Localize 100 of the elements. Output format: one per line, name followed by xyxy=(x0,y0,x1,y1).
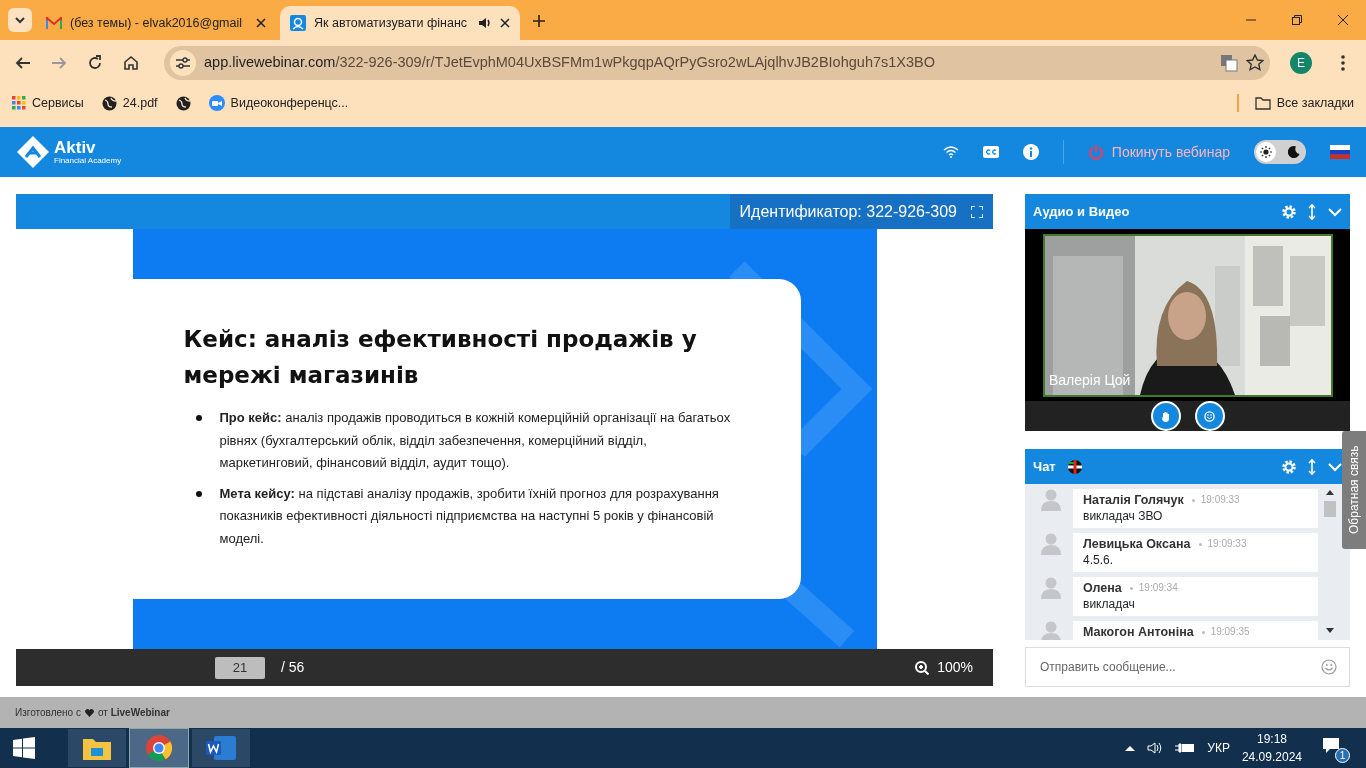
separator-dot xyxy=(1191,498,1195,502)
address-bar[interactable]: app.livewebinar.com/322-926-309/r/TJetEvphM04UxBSFMm1wPkgqpAQrPyGsro2wLAjqlhvJB2BIohguh7s1X3BO xyxy=(164,45,1270,80)
slide-title: Кейс: аналіз ефективності продажів у мережі магазинів xyxy=(183,325,698,390)
clock[interactable]: 19:18 24.09.2024 xyxy=(1241,730,1302,766)
profile-avatar[interactable]: E xyxy=(1290,51,1312,74)
back-icon xyxy=(15,54,31,71)
power-icon xyxy=(1087,144,1104,160)
reload-icon xyxy=(87,54,103,71)
globe-icon xyxy=(175,95,191,111)
site-settings-icon xyxy=(176,56,190,69)
translate-icon xyxy=(1220,53,1238,72)
close-icon xyxy=(500,18,510,28)
restore-icon xyxy=(1292,15,1302,25)
user-avatar-icon xyxy=(1041,577,1061,599)
bookmark[interactable]: Сервисы xyxy=(10,91,86,115)
info-icon[interactable] xyxy=(1022,144,1039,160)
person-icon xyxy=(290,15,306,31)
message-icon xyxy=(1322,737,1340,755)
panel-title: Чат xyxy=(1033,457,1056,476)
emoji-button[interactable] xyxy=(1194,401,1225,431)
notification-count: 1 xyxy=(1335,748,1350,763)
user-avatar-icon xyxy=(1041,621,1061,640)
taskbar-app[interactable] xyxy=(192,729,250,767)
chat-author: Макогон Антоніна xyxy=(1083,624,1194,640)
logo-subtitle: Financial Academy xyxy=(54,156,122,165)
bullet-icon xyxy=(195,415,202,421)
chat-author: Олена xyxy=(1083,580,1122,596)
chat-time: 19:09:33 xyxy=(1207,537,1247,551)
settings-icon[interactable] xyxy=(1282,459,1296,474)
plus-icon xyxy=(533,15,545,27)
chat-text: викладач ЗВО xyxy=(1083,508,1164,524)
flag-icon[interactable] xyxy=(1330,145,1350,159)
chat-author: Левицька Оксана xyxy=(1083,536,1191,552)
logo-icon xyxy=(16,135,50,169)
footer-text: от LiveWebinar xyxy=(97,706,170,720)
fullscreen-icon[interactable] xyxy=(971,205,983,218)
panel-title: Аудио и Видео xyxy=(1033,202,1130,221)
bullet-text: Про кейс: аналіз продажів проводиться в кожній комерційній організації на багатьох рівнях (бухгалтерський облік, відділ забезпечення, комерційний відділ, маркетинговий, фінансовий відділ, аудит тощо). xyxy=(219,409,731,472)
chat-time: 19:09:35 xyxy=(1210,625,1250,639)
star-icon xyxy=(1246,53,1264,72)
chat-author: Наталія Голячук xyxy=(1083,492,1184,508)
moon-icon xyxy=(1288,146,1300,158)
separator-dot xyxy=(1201,630,1205,634)
wifi-icon[interactable] xyxy=(942,146,959,158)
scroll-down-icon[interactable] xyxy=(1326,628,1334,634)
separator-dot xyxy=(1129,586,1133,590)
scroll-thumb[interactable] xyxy=(1324,501,1336,517)
zoom-in-icon xyxy=(915,660,930,675)
all-bookmarks-button[interactable]: Все закладки xyxy=(1252,91,1356,115)
folder-icon xyxy=(1254,96,1271,110)
speaker-name: Валерія Цой xyxy=(1049,371,1131,390)
video-app-icon xyxy=(208,95,225,111)
theme-toggle[interactable] xyxy=(1254,140,1306,164)
logo-text: Aktiv xyxy=(54,139,97,156)
raise-hand-button[interactable] xyxy=(1150,401,1181,431)
windows-icon xyxy=(13,737,35,759)
apps-grid-icon xyxy=(12,96,26,110)
feedback-tab[interactable]: Обратная связь xyxy=(1342,431,1366,549)
battery-plug-icon[interactable] xyxy=(1175,742,1196,754)
resize-icon[interactable] xyxy=(1308,458,1316,475)
settings-icon[interactable] xyxy=(1282,204,1296,219)
chrome-icon xyxy=(145,734,173,762)
message-box[interactable]: Отправить сообщение... xyxy=(1025,647,1350,687)
mail-icon xyxy=(46,17,62,29)
captions-icon[interactable] xyxy=(982,146,999,158)
language-flag-icon[interactable] xyxy=(1067,459,1082,474)
presentation-id: Идентификатор: 322-926-309 xyxy=(739,201,957,222)
language-indicator[interactable]: УКР xyxy=(1207,739,1230,757)
user-avatar-icon xyxy=(1041,489,1061,511)
taskbar-app[interactable] xyxy=(68,729,126,767)
close-icon xyxy=(1338,15,1348,25)
chat-text: 4.5.6. xyxy=(1083,552,1115,568)
chat-time: 19:09:33 xyxy=(1200,493,1240,507)
hand-icon xyxy=(1160,410,1171,422)
chevron-down-icon[interactable] xyxy=(1328,461,1342,472)
footer-text: Изготовлено с xyxy=(15,706,81,720)
zoom-button[interactable]: 100% xyxy=(915,657,973,678)
chevron-down-icon[interactable] xyxy=(1328,206,1342,217)
smiley-icon xyxy=(1204,410,1215,422)
taskbar-app[interactable] xyxy=(130,729,188,767)
menu-icon xyxy=(1341,54,1345,71)
document-app-icon xyxy=(206,735,236,761)
chat-time: 19:09:34 xyxy=(1138,581,1178,595)
url-text: app.livewebinar.com/322-926-309/r/TJetEvphM04UxBSFMm1wPkgqpAQrPyGsro2wLAjqlhvJB2BIohguh7s1X3BO xyxy=(204,52,936,72)
browser-tab[interactable]: (без темы) - elvak2016@gmail xyxy=(36,6,276,40)
tab-list-button[interactable] xyxy=(8,8,32,32)
page-number-field[interactable]: 21 xyxy=(215,656,265,679)
resize-icon[interactable] xyxy=(1308,203,1316,220)
bookmark[interactable]: Видеоконференцс... xyxy=(206,91,351,115)
heart-icon xyxy=(84,708,94,717)
browser-tab[interactable]: Як автоматизувати фінанс xyxy=(280,6,520,40)
chevron-up-icon[interactable] xyxy=(1125,745,1136,751)
smiley-icon[interactable] xyxy=(1321,659,1337,675)
bookmark[interactable]: 24.pdf xyxy=(99,91,160,115)
folder-icon xyxy=(83,736,111,760)
home-icon xyxy=(123,54,139,71)
volume-icon[interactable] xyxy=(1147,741,1164,755)
separator-dot xyxy=(1198,542,1202,546)
page-total: / 56 xyxy=(281,658,305,677)
scroll-up-icon[interactable] xyxy=(1326,489,1334,495)
